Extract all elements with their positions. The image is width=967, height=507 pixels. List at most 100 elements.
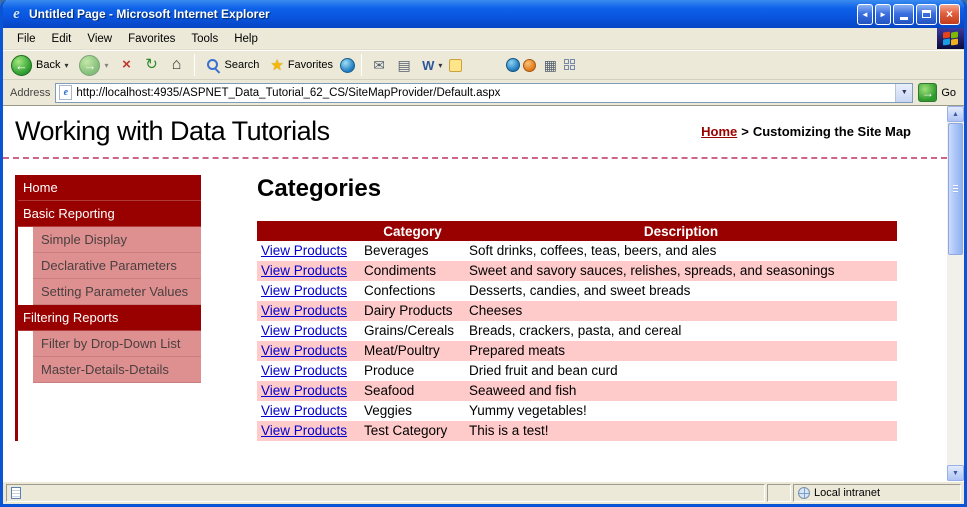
titlebar-left-arrow-button[interactable]: ◄ <box>857 3 873 25</box>
column-header-blank <box>257 221 360 241</box>
category-cell: Test Category <box>364 423 448 438</box>
category-cell: Dairy Products <box>364 303 453 318</box>
back-label: Back <box>36 59 61 71</box>
maximize-button[interactable] <box>916 3 937 25</box>
favorites-button[interactable]: ★ Favorites <box>266 54 337 76</box>
category-cell: Grains/Cereals <box>364 323 455 338</box>
view-products-link[interactable]: View Products <box>261 303 347 318</box>
page-icon: e <box>59 85 73 100</box>
browser-window: e Untitled Page - Microsoft Internet Exp… <box>0 0 967 507</box>
ie-logo-icon: e <box>13 5 20 22</box>
category-cell: Confections <box>364 283 436 298</box>
scroll-down-button[interactable]: ▼ <box>947 465 964 481</box>
sidebar-item-master-details-details[interactable]: Master-Details-Details <box>33 357 201 383</box>
table-row: View Products Beverages Soft drinks, cof… <box>257 241 897 261</box>
menu-bar: File Edit View Favorites Tools Help <box>3 28 964 50</box>
sidebar-item-simple-display[interactable]: Simple Display <box>33 227 201 253</box>
window-title: Untitled Page - Microsoft Internet Explo… <box>29 7 270 21</box>
breadcrumb-separator: > <box>741 124 749 139</box>
scrollbar-thumb[interactable] <box>948 123 963 255</box>
scroll-down-icon: ▼ <box>952 469 959 477</box>
view-products-link[interactable]: View Products <box>261 263 347 278</box>
menu-file[interactable]: File <box>9 30 44 48</box>
address-input[interactable] <box>76 83 896 102</box>
menu-view[interactable]: View <box>79 30 120 48</box>
table-row: View Products Dairy Products Cheeses <box>257 301 897 321</box>
discuss-icon[interactable] <box>449 58 463 72</box>
forward-button[interactable]: → ▾ <box>75 53 112 78</box>
status-bar: Local intranet <box>3 481 964 504</box>
edit-with-word-button[interactable]: W ▾ <box>418 56 446 75</box>
category-cell: Veggies <box>364 403 413 418</box>
media-icon[interactable] <box>340 57 356 73</box>
view-products-link[interactable]: View Products <box>261 243 347 258</box>
view-products-link[interactable]: View Products <box>261 363 347 378</box>
table-row: View Products Grains/Cereals Breads, cra… <box>257 321 897 341</box>
forward-dropdown-caret[interactable]: ▾ <box>104 61 108 70</box>
word-dropdown-caret[interactable]: ▾ <box>438 61 442 70</box>
menu-favorites[interactable]: Favorites <box>120 30 183 48</box>
web-page: Working with Data Tutorials Home > Customi… <box>3 106 947 481</box>
content-heading: Categories <box>257 175 382 202</box>
back-dropdown-caret[interactable]: ▾ <box>64 61 68 70</box>
menu-help[interactable]: Help <box>226 30 266 48</box>
standard-toolbar: ← Back ▾ → ▾ × ↻ ⌂ Search ★ Favorites ✉ … <box>3 50 964 80</box>
search-button[interactable]: Search <box>201 55 264 75</box>
description-cell: Seaweed and fish <box>469 383 577 398</box>
sidebar-item-filtering-reports[interactable]: Filtering Reports <box>15 305 201 331</box>
sidebar-item-basic-reporting[interactable]: Basic Reporting <box>15 201 201 227</box>
address-field[interactable]: e ▼ <box>55 82 914 103</box>
close-button[interactable]: × <box>939 3 960 25</box>
menu-edit[interactable]: Edit <box>44 30 80 48</box>
column-header-description: Description <box>465 221 897 241</box>
building-icon[interactable]: ▦ <box>539 54 561 76</box>
go-label: Go <box>941 86 956 99</box>
back-button[interactable]: ← Back ▾ <box>7 53 72 78</box>
go-button[interactable]: → Go <box>918 83 960 102</box>
sidebar-item-setting-parameter-values[interactable]: Setting Parameter Values <box>33 279 201 305</box>
view-products-link[interactable]: View Products <box>261 283 347 298</box>
view-products-link[interactable]: View Products <box>261 343 347 358</box>
category-cell: Beverages <box>364 243 429 258</box>
table-row: View Products Produce Dried fruit and be… <box>257 361 897 381</box>
sidebar-item-declarative-parameters[interactable]: Declarative Parameters <box>33 253 201 279</box>
view-products-link[interactable]: View Products <box>261 403 347 418</box>
stop-button[interactable]: × <box>116 54 138 76</box>
print-button[interactable]: ▤ <box>393 54 415 76</box>
address-dropdown-button[interactable]: ▼ <box>895 83 913 102</box>
zone-label: Local intranet <box>814 487 881 499</box>
refresh-button[interactable]: ↻ <box>141 54 163 76</box>
breadcrumb-home-link[interactable]: Home <box>701 124 737 139</box>
windows-logo-icon <box>937 28 964 49</box>
description-cell: Breads, crackers, pasta, and cereal <box>469 323 682 338</box>
scroll-up-button[interactable]: ▲ <box>947 106 964 122</box>
home-button[interactable]: ⌂ <box>166 54 188 76</box>
grid-icon[interactable] <box>564 58 577 72</box>
research-icon[interactable] <box>523 58 537 72</box>
table-row: View Products Meat/Poultry Prepared meat… <box>257 341 897 361</box>
categories-table: Category Description View Products Bever… <box>257 221 897 441</box>
titlebar-right-arrow-button[interactable]: ► <box>875 3 891 25</box>
minimize-icon <box>899 16 908 20</box>
sidebar-item-filter-by-drop-down-list[interactable]: Filter by Drop-Down List <box>33 331 201 357</box>
description-cell: Sweet and savory sauces, relishes, sprea… <box>469 263 835 278</box>
view-products-link[interactable]: View Products <box>261 323 347 338</box>
table-row: View Products Seafood Seaweed and fish <box>257 381 897 401</box>
go-arrow-icon: → <box>918 83 938 102</box>
vertical-scrollbar[interactable]: ▲ ▼ <box>947 106 964 481</box>
security-zone-panel: Local intranet <box>793 484 961 502</box>
table-row: View Products Condiments Sweet and savor… <box>257 261 897 281</box>
table-row: View Products Veggies Yummy vegetables! <box>257 401 897 421</box>
category-cell: Meat/Poultry <box>364 343 440 358</box>
sidebar-item-home[interactable]: Home <box>15 175 201 201</box>
table-header-row: Category Description <box>257 221 897 241</box>
mail-button[interactable]: ✉ <box>368 54 390 76</box>
view-products-link[interactable]: View Products <box>261 383 347 398</box>
messenger-icon[interactable] <box>506 58 521 72</box>
view-products-link[interactable]: View Products <box>261 423 347 438</box>
breadcrumb-current: Customizing the Site Map <box>752 124 911 139</box>
title-bar[interactable]: e Untitled Page - Microsoft Internet Exp… <box>3 0 964 28</box>
browser-viewport: Working with Data Tutorials Home > Customi… <box>3 106 964 481</box>
menu-tools[interactable]: Tools <box>183 30 226 48</box>
minimize-button[interactable] <box>893 3 914 25</box>
